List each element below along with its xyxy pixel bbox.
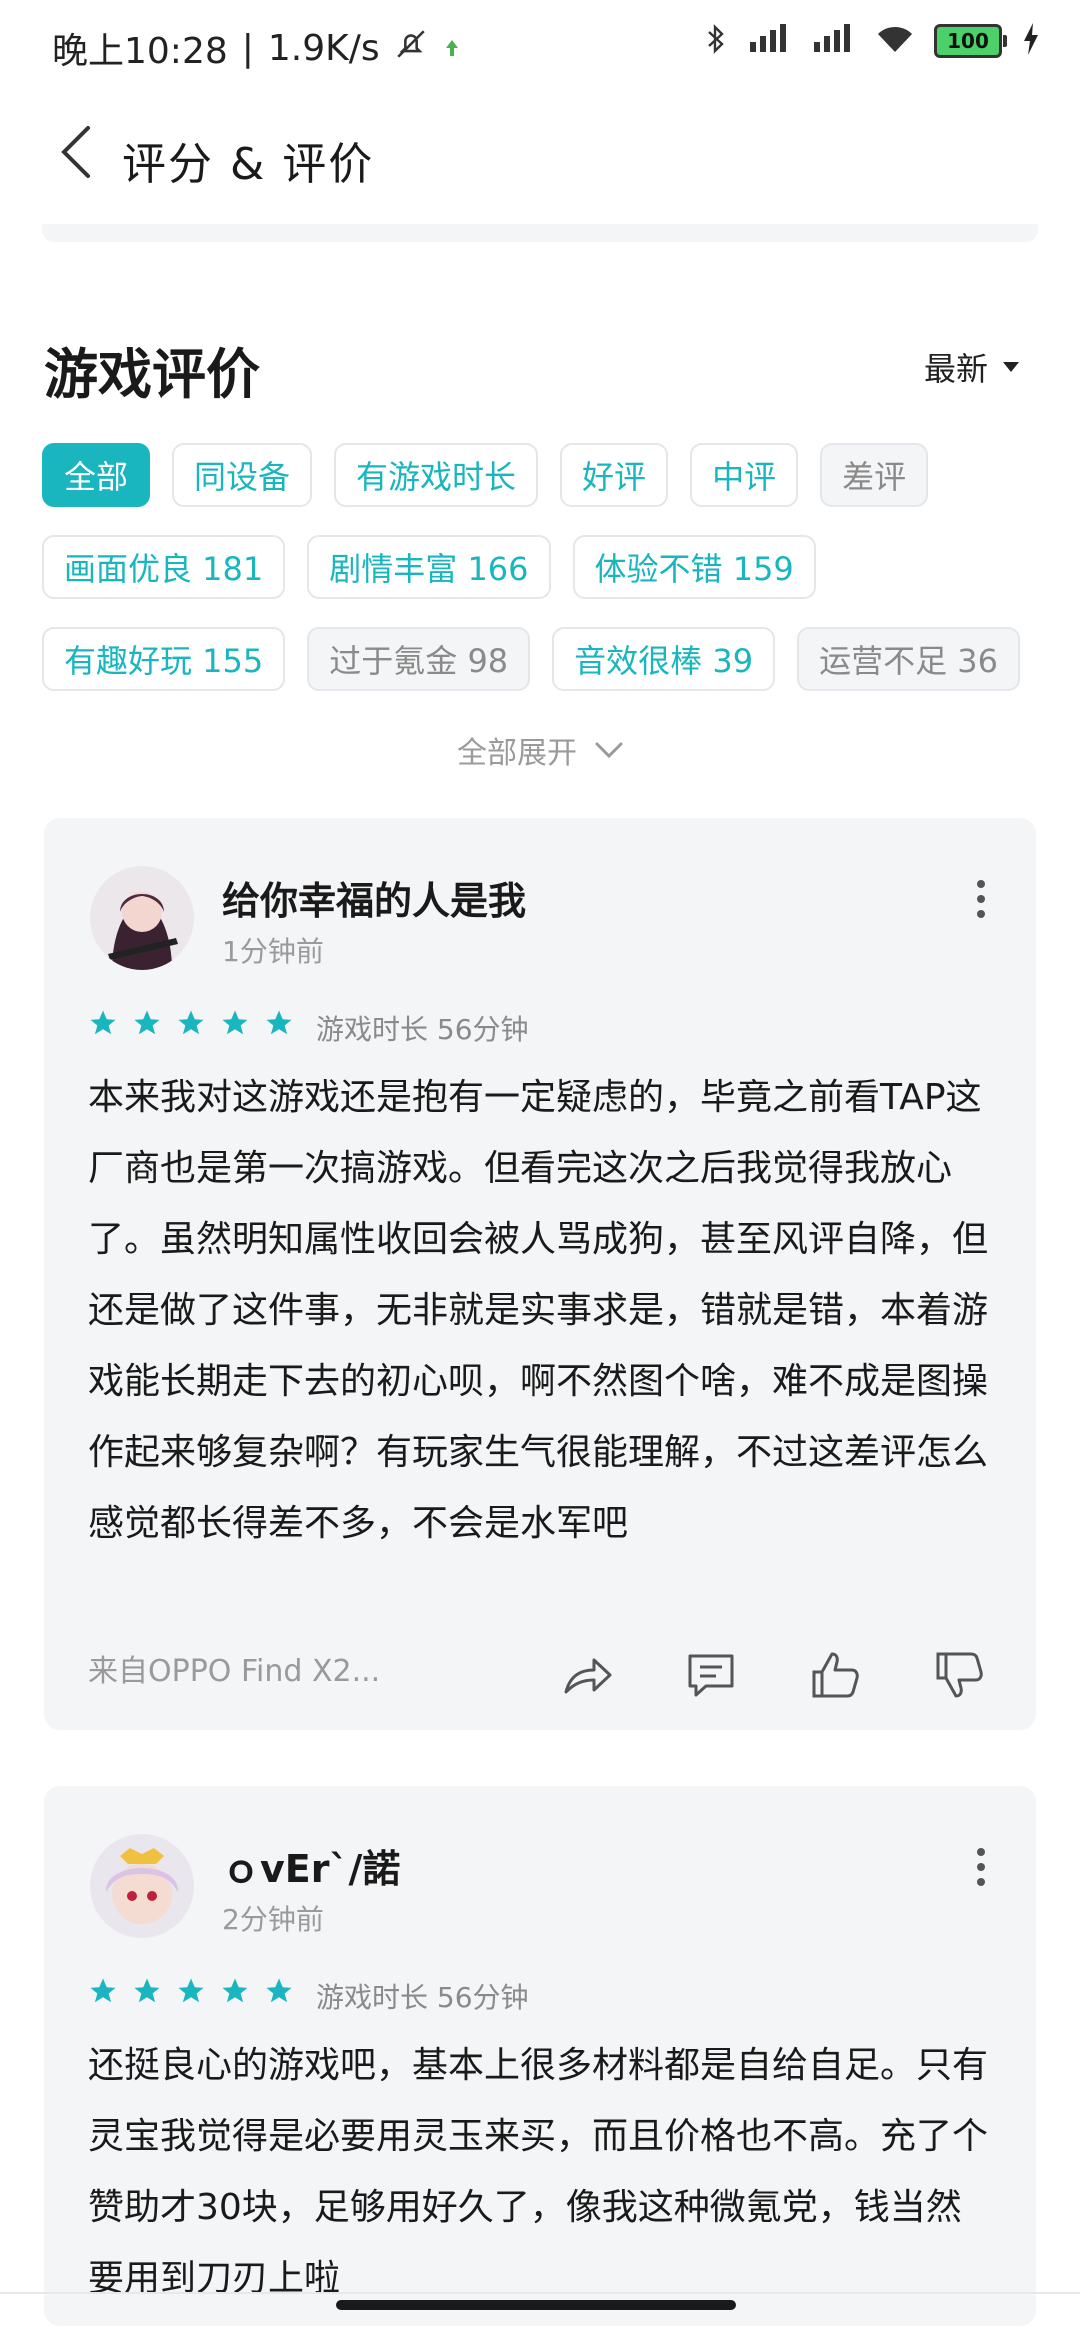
back-chevron-icon <box>61 126 90 178</box>
home-indicator[interactable] <box>336 2300 736 2310</box>
tag-row-1: 全部 同设备 有游戏时长 好评 中评 差评 <box>42 443 1042 507</box>
tag-all[interactable]: 全部 <box>42 443 151 507</box>
tag-positive[interactable]: 好评 <box>560 443 669 507</box>
tag-sound[interactable]: 音效很棒 39 <box>552 627 776 691</box>
tag-pay-to-win[interactable]: 过于氪金 98 <box>307 627 531 691</box>
wifi-icon <box>876 24 914 58</box>
tag-has-playtime[interactable]: 有游戏时长 <box>334 443 539 507</box>
sort-dropdown[interactable]: 最新 <box>924 344 1020 390</box>
review-time: 1分钟前 <box>222 935 324 968</box>
more-options-button[interactable] <box>966 1842 996 1892</box>
charging-icon <box>1022 23 1040 59</box>
review-body[interactable]: 还挺良心的游戏吧，基本上很多材料都是自给自足。只有灵宝我觉得是必要用灵玉来买，而… <box>88 2030 988 2314</box>
star-icon <box>178 1010 204 1035</box>
star-icon <box>266 1010 292 1035</box>
sort-label: 最新 <box>923 350 988 388</box>
tag-fun[interactable]: 有趣好玩 155 <box>42 627 286 691</box>
expand-all-button[interactable]: 全部展开 <box>0 728 1080 772</box>
tag-row-2: 画面优良 181 剧情丰富 166 体验不错 159 <box>42 535 1042 599</box>
page-title: 评分 & 评价 <box>122 139 375 190</box>
avatar[interactable] <box>90 866 194 970</box>
star-icon <box>90 1010 116 1035</box>
tag-neutral[interactable]: 中评 <box>690 443 799 507</box>
status-separator: | <box>241 27 254 69</box>
tag-experience[interactable]: 体验不错 159 <box>572 535 816 599</box>
tag-negative[interactable]: 差评 <box>820 443 929 507</box>
star-icon <box>134 1978 160 2003</box>
review-card: 给你幸福的人是我 1分钟前 游戏时长 56分钟 本来我对这游戏还是抱有一定疑虑的… <box>44 818 1036 1730</box>
chevron-down-icon <box>595 742 623 759</box>
mute-bell-icon <box>394 27 428 70</box>
header: 评分 & 评价 <box>0 100 1080 210</box>
download-arrow-icon <box>442 28 462 69</box>
tag-same-device[interactable]: 同设备 <box>172 443 313 507</box>
status-bar: 晚上10:28 | 1.9K/s 100 <box>0 0 1080 90</box>
expand-label: 全部展开 <box>457 736 577 771</box>
more-vertical-icon <box>977 1848 985 1886</box>
star-icon <box>222 1010 248 1035</box>
thumbs-up-icon[interactable] <box>808 1648 862 1702</box>
review-username[interactable]: ｏvEr`/諾 <box>222 1838 400 1893</box>
back-button[interactable] <box>58 122 108 182</box>
more-options-button[interactable] <box>966 874 996 924</box>
star-icon <box>222 1978 248 2003</box>
review-body[interactable]: 本来我对这游戏还是抱有一定疑虑的，毕竟之前看TAP这厂商也是第一次搞游戏。但看完… <box>88 1062 988 1559</box>
share-icon[interactable] <box>560 1648 614 1702</box>
star-rating <box>88 1008 294 1038</box>
tag-story[interactable]: 剧情丰富 166 <box>307 535 551 599</box>
bottom-divider <box>0 2292 1080 2294</box>
review-username[interactable]: 给你幸福的人是我 <box>222 870 526 925</box>
review-time: 2分钟前 <box>222 1903 324 1936</box>
tag-filter-group: 全部 同设备 有游戏时长 好评 中评 差评 画面优良 181 剧情丰富 166 … <box>42 443 1042 719</box>
device-label: 来自OPPO Find X2... <box>88 1654 381 1689</box>
playtime-label: 游戏时长 56分钟 <box>316 1981 529 2014</box>
review-card: ｏvEr`/諾 2分钟前 游戏时长 56分钟 还挺良心的游戏吧，基本上很多材料都… <box>44 1786 1036 2326</box>
more-vertical-icon <box>977 880 985 918</box>
tag-operation[interactable]: 运营不足 36 <box>797 627 1020 691</box>
star-icon <box>134 1010 160 1035</box>
network-speed: 1.9K/s <box>267 27 380 69</box>
comment-icon[interactable] <box>684 1648 738 1702</box>
tag-row-3: 有趣好玩 155 过于氪金 98 音效很棒 39 运营不足 36 <box>42 627 1042 691</box>
review-actions <box>560 1648 986 1702</box>
battery-icon: 100 <box>934 24 1007 58</box>
section-divider <box>42 224 1038 242</box>
signal-icon-2 <box>812 24 856 58</box>
thumbs-down-icon[interactable] <box>932 1648 986 1702</box>
avatar[interactable] <box>90 1834 194 1938</box>
playtime-label: 游戏时长 56分钟 <box>316 1013 529 1046</box>
section-title: 游戏评价 <box>44 343 260 406</box>
signal-icon <box>748 24 792 58</box>
bluetooth-icon <box>704 22 728 60</box>
star-icon <box>90 1978 116 2003</box>
status-time: 晚上10:28 <box>52 31 228 72</box>
caret-down-icon <box>1003 362 1019 372</box>
star-icon <box>178 1978 204 2003</box>
star-icon <box>266 1978 292 2003</box>
star-rating <box>88 1976 294 2006</box>
tag-graphics[interactable]: 画面优良 181 <box>42 535 286 599</box>
